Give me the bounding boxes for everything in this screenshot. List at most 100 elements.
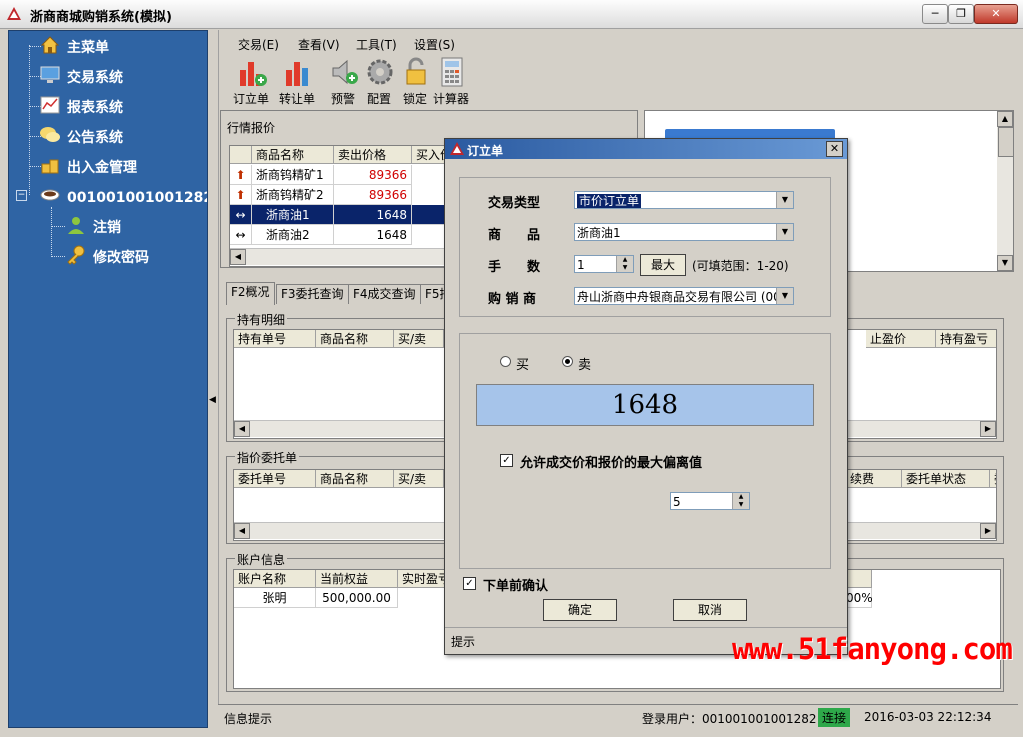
quantity-stepper[interactable]: 1 ▲ ▼ bbox=[574, 255, 634, 273]
order-params-group: 交易类型 市价订立单 ▼ 商 品 浙商油1 ▼ 手 数 1 ▲ ▼ 最大 (可填范… bbox=[459, 177, 831, 317]
max-button[interactable]: 最大 bbox=[640, 254, 686, 276]
app-logo-icon bbox=[7, 7, 21, 20]
scroll-down-icon[interactable]: ▼ bbox=[997, 255, 1013, 271]
price-group: 买 卖 1648 ✓ 允许成交价和报价的最大偏离值 5 ▲ ▼ bbox=[459, 333, 831, 569]
tab-overview[interactable]: F2概况 bbox=[226, 282, 275, 305]
status-bar: 信息提示 登录用户：001001001001282 连接 2016-03-03 … bbox=[218, 704, 1018, 729]
flat-arrow-icon: ↔ bbox=[230, 205, 252, 225]
home-icon bbox=[40, 36, 60, 54]
tab-order-query[interactable]: F3委托查询 bbox=[276, 284, 349, 304]
spin-icon[interactable]: ▲ ▼ bbox=[732, 493, 749, 509]
product-label: 商 品 bbox=[488, 228, 541, 243]
chevron-down-icon: ▼ bbox=[776, 288, 793, 304]
dialog-close-button[interactable]: ✕ bbox=[826, 141, 843, 157]
quantity-label: 手 数 bbox=[488, 260, 541, 275]
column-header[interactable]: 卖出价格 bbox=[334, 146, 412, 164]
scroll-right-icon[interactable]: ▶ bbox=[980, 421, 996, 437]
scroll-up-icon[interactable]: ▲ bbox=[997, 111, 1013, 127]
column-header[interactable]: 商品名称 bbox=[316, 470, 394, 488]
order-icon bbox=[240, 62, 267, 86]
trade-type-select[interactable]: 市价订立单 ▼ bbox=[574, 191, 794, 209]
menu-bar: 交易(E) 查看(V) 工具(T) 设置(S) bbox=[218, 30, 1018, 52]
dialog-title: 订立单 bbox=[467, 144, 504, 158]
menu-tools[interactable]: 工具(T) bbox=[356, 36, 397, 53]
column-header[interactable]: 委 bbox=[990, 470, 996, 488]
transfer-order-button[interactable]: 转让单 bbox=[274, 54, 320, 106]
app-logo-icon bbox=[450, 142, 464, 155]
orders-title: 指价委托单 bbox=[235, 449, 300, 466]
scroll-right-icon[interactable]: ▶ bbox=[980, 523, 996, 539]
checkbox-checked-icon: ✓ bbox=[500, 454, 513, 467]
column-header[interactable]: 买/卖 bbox=[394, 470, 444, 488]
navigation-tree: − 主菜单 交易系统 报表系统 公告系统 出入金管理 0010010010012… bbox=[8, 30, 208, 728]
column-header[interactable]: 买/卖 bbox=[394, 330, 444, 348]
column-header[interactable]: 商品名称 bbox=[316, 330, 394, 348]
calculator-button[interactable]: 计算器 bbox=[428, 54, 474, 106]
monitor-icon bbox=[40, 66, 60, 83]
up-arrow-icon: ⬆ bbox=[230, 165, 252, 185]
scroll-left-icon[interactable]: ◀ bbox=[234, 523, 250, 539]
dealer-select[interactable]: 舟山浙商中舟银商品交易有限公司 (00 ▼ bbox=[574, 287, 794, 305]
cancel-button[interactable]: 取消 bbox=[673, 599, 747, 621]
coins-icon bbox=[41, 159, 59, 174]
checkbox-checked-icon: ✓ bbox=[463, 577, 476, 590]
order-dialog: 订立单 ✕ 交易类型 市价订立单 ▼ 商 品 浙商油1 ▼ 手 数 1 ▲ ▼ 最… bbox=[444, 138, 848, 655]
tree-collapse-toggle[interactable]: − bbox=[16, 190, 27, 201]
column-header[interactable]: 止盈价 bbox=[866, 330, 936, 348]
restore-button[interactable]: ❐ bbox=[948, 4, 974, 24]
chat-icon bbox=[40, 127, 60, 142]
tab-deal-query[interactable]: F4成交查询 bbox=[348, 284, 421, 304]
title-bar: 浙商商城购销系统(模拟) ─ ❐ ✕ bbox=[0, 0, 1023, 29]
holdings-title: 持有明细 bbox=[235, 311, 288, 328]
minimize-button[interactable]: ─ bbox=[922, 4, 948, 24]
calculator-icon bbox=[441, 57, 463, 87]
account-title: 账户信息 bbox=[235, 551, 288, 568]
dialog-title-bar: 订立单 ✕ bbox=[445, 139, 847, 159]
status-info: 信息提示 bbox=[224, 712, 273, 726]
app-window: 浙商商城购销系统(模拟) ─ ❐ ✕ − 主菜单 交易系统 报表系统 公告系统 bbox=[0, 0, 1023, 737]
close-button[interactable]: ✕ bbox=[974, 4, 1018, 24]
new-order-button[interactable]: 订立单 bbox=[228, 54, 274, 106]
status-time: 2016-03-03 22:12:34 bbox=[864, 710, 992, 724]
menu-trade[interactable]: 交易(E) bbox=[238, 36, 279, 53]
deviation-stepper[interactable]: 5 ▲ ▼ bbox=[670, 492, 750, 510]
menu-view[interactable]: 查看(V) bbox=[298, 36, 340, 53]
chart-icon bbox=[40, 96, 60, 114]
window-title: 浙商商城购销系统(模拟) bbox=[30, 10, 172, 25]
chevron-down-icon: ▼ bbox=[776, 192, 793, 208]
key-icon bbox=[67, 245, 85, 265]
chevron-down-icon: ▼ bbox=[776, 224, 793, 240]
ok-button[interactable]: 确定 bbox=[543, 599, 617, 621]
chevron-left-icon: ◀ bbox=[209, 395, 216, 405]
trade-type-label: 交易类型 bbox=[488, 196, 541, 211]
lock-icon bbox=[406, 57, 426, 85]
scroll-left-icon[interactable]: ◀ bbox=[230, 249, 246, 265]
user-icon bbox=[68, 217, 84, 234]
column-header[interactable]: 商品名称 bbox=[252, 146, 334, 164]
flat-arrow-icon: ↔ bbox=[230, 225, 252, 245]
connection-badge: 连接 bbox=[818, 708, 851, 727]
product-select[interactable]: 浙商油1 ▼ bbox=[574, 223, 794, 241]
up-arrow-icon: ⬆ bbox=[230, 185, 252, 205]
alert-icon bbox=[332, 59, 358, 85]
column-header[interactable]: 续费 bbox=[846, 470, 902, 488]
coffee-icon bbox=[40, 189, 60, 201]
column-header[interactable]: 当前权益 bbox=[316, 570, 398, 588]
gear-icon bbox=[367, 59, 393, 85]
column-header[interactable]: 持有单号 bbox=[234, 330, 316, 348]
spin-icon[interactable]: ▲ ▼ bbox=[616, 256, 633, 272]
column-header[interactable]: 委托单状态 bbox=[902, 470, 990, 488]
menu-settings[interactable]: 设置(S) bbox=[414, 36, 455, 53]
status-user: 登录用户：001001001001282 bbox=[642, 712, 817, 726]
watermark-text: www.51fanyong.com bbox=[732, 632, 1013, 666]
column-header[interactable]: 账户名称 bbox=[234, 570, 316, 588]
transfer-icon bbox=[286, 62, 308, 86]
column-header[interactable]: 委托单号 bbox=[234, 470, 316, 488]
quote-panel-title: 行情报价 bbox=[227, 121, 276, 135]
vertical-scrollbar[interactable]: ▲ ▼ bbox=[997, 111, 1014, 271]
range-hint: (可填范围：1-20) bbox=[692, 259, 789, 273]
column-header[interactable]: 持有盈亏 bbox=[936, 330, 996, 348]
price-display: 1648 bbox=[476, 384, 814, 426]
scroll-left-icon[interactable]: ◀ bbox=[234, 421, 250, 437]
dealer-label: 购 销 商 bbox=[488, 292, 537, 307]
